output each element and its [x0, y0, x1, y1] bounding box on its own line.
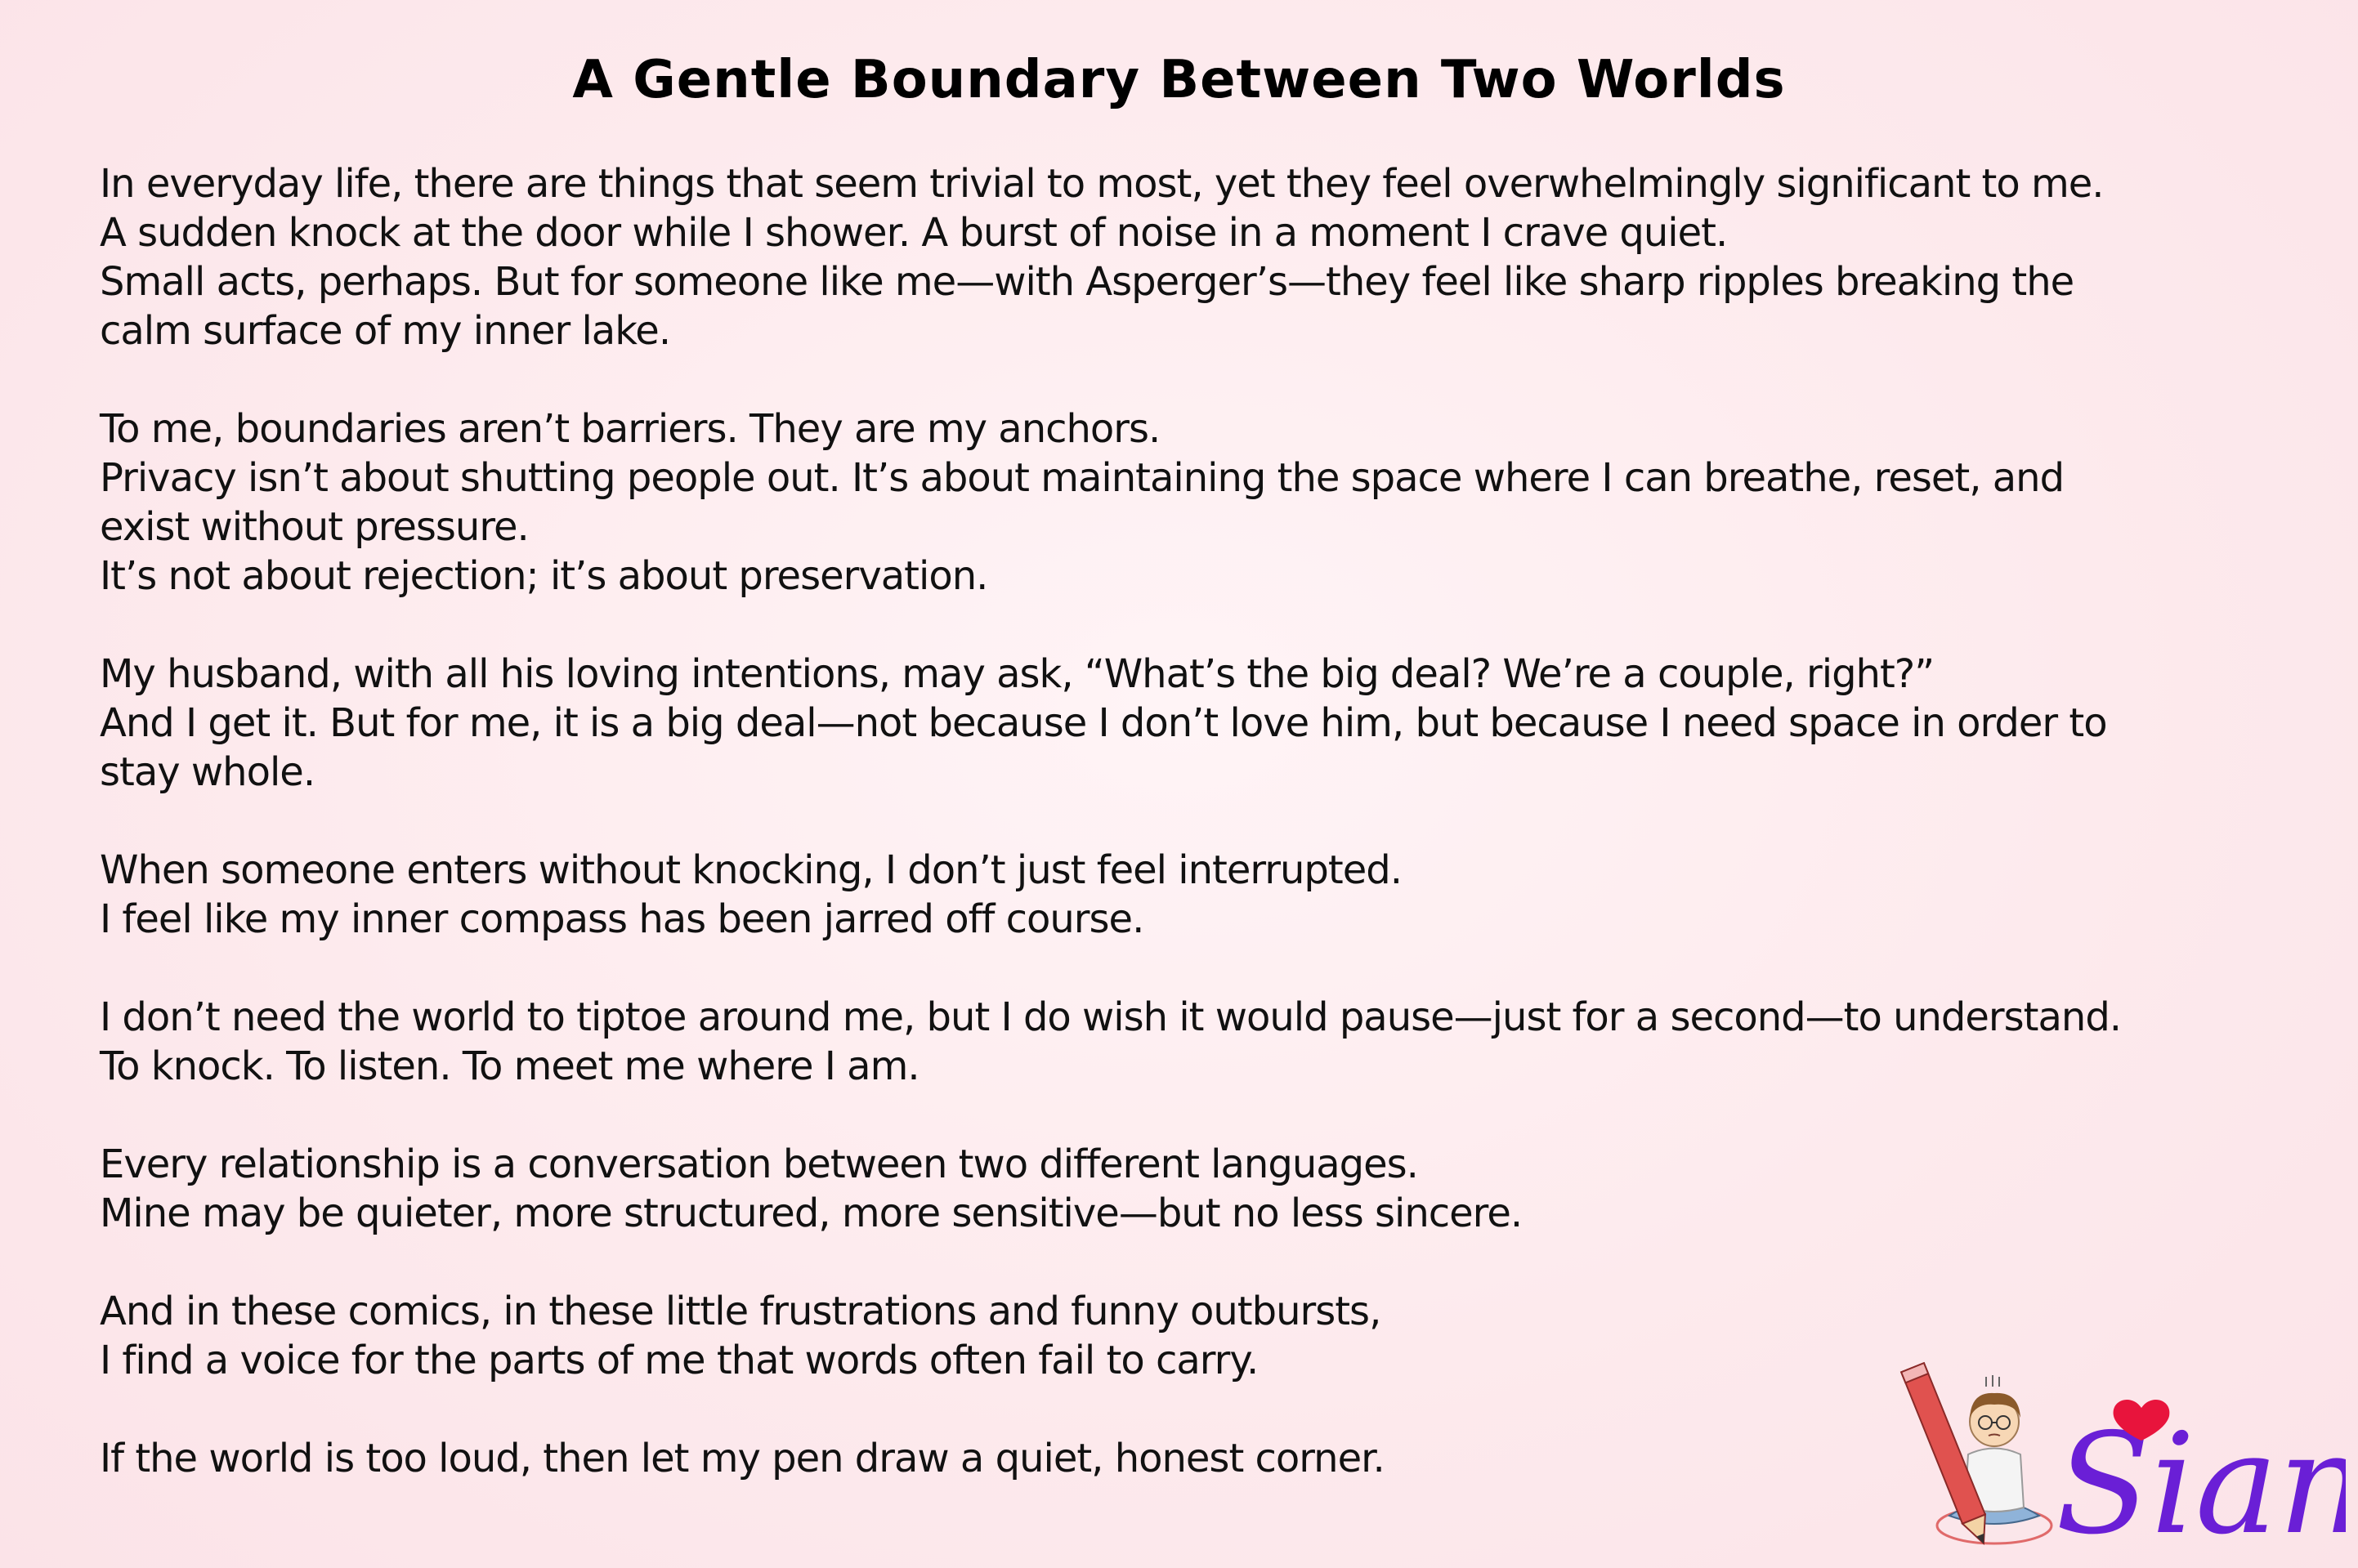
text-line: Small acts, perhaps. But for someone lik…: [100, 259, 2074, 305]
page-title: A Gentle Boundary Between Two Worlds: [572, 50, 1786, 110]
text-line: And I get it. But for me, it is a big de…: [100, 700, 2108, 746]
text-line: I feel like my inner compass has been ja…: [100, 896, 1144, 942]
text-line: A sudden knock at the door while I showe…: [100, 210, 1728, 256]
artist-with-pencil-icon: [1899, 1361, 2053, 1546]
paragraph-1: In everyday life, there are things that …: [100, 159, 2307, 355]
signature-logo: Sian: [1872, 1311, 2346, 1557]
text-line: When someone enters without knocking, I …: [100, 847, 1403, 893]
paragraph-5: I don’t need the world to tiptoe around …: [100, 993, 2307, 1091]
text-line: Mine may be quieter, more structured, mo…: [100, 1191, 1523, 1236]
text-line: It’s not about rejection; it’s about pre…: [100, 553, 988, 599]
text-line: My husband, with all his loving intentio…: [100, 651, 1935, 697]
text-line: calm surface of my inner lake.: [100, 308, 671, 354]
text-line: Privacy isn’t about shutting people out.…: [100, 455, 2065, 501]
text-line: Every relationship is a conversation bet…: [100, 1141, 1419, 1187]
text-line: To me, boundaries aren’t barriers. They …: [100, 406, 1161, 452]
text-line: stay whole.: [100, 749, 315, 795]
paragraph-2: To me, boundaries aren’t barriers. They …: [100, 404, 2307, 601]
paragraph-3: My husband, with all his loving intentio…: [100, 650, 2307, 797]
text-line: I don’t need the world to tiptoe around …: [100, 994, 2122, 1040]
text-line: In everyday life, there are things that …: [100, 161, 2105, 207]
text-line: exist without pressure.: [100, 504, 530, 550]
text-line: To knock. To listen. To meet me where I …: [100, 1043, 920, 1089]
paragraph-6: Every relationship is a conversation bet…: [100, 1140, 2307, 1238]
paragraph-4: When someone enters without knocking, I …: [100, 846, 2307, 944]
signature-name: Sian: [2056, 1404, 2346, 1557]
page-background: A Gentle Boundary Between Two Worlds In …: [0, 0, 2358, 1568]
